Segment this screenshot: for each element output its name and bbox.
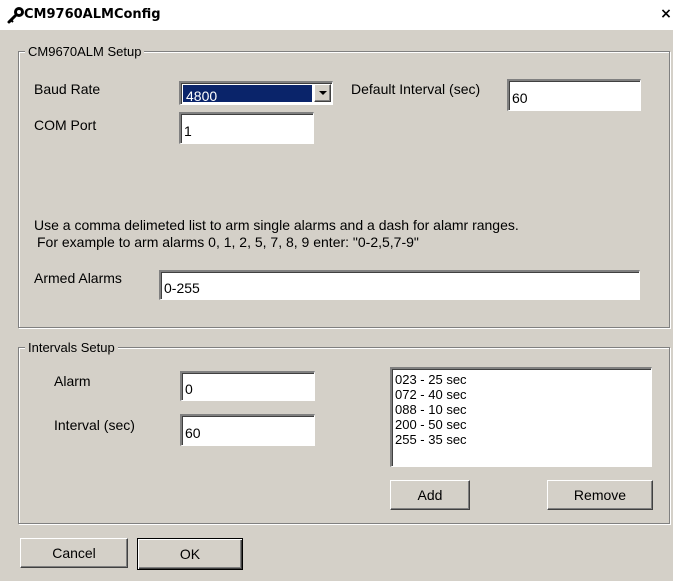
remove-button[interactable]: Remove <box>547 480 653 510</box>
baud-rate-label: Baud Rate <box>34 81 101 97</box>
baud-rate-select[interactable]: 4800 <box>179 81 333 105</box>
title-bar[interactable]: CM9760ALMConfig × <box>0 0 673 30</box>
cancel-button[interactable]: Cancel <box>20 538 128 568</box>
com-port-input[interactable] <box>179 112 314 144</box>
alarm-input[interactable] <box>180 371 315 401</box>
list-item[interactable]: 255 - 35 sec <box>392 432 651 447</box>
close-icon[interactable]: × <box>659 4 673 24</box>
wrench-key-icon <box>6 5 26 25</box>
help-text-line2: For example to arm alarms 0, 1, 2, 5, 7,… <box>37 234 419 250</box>
com-port-label: COM Port <box>34 117 97 133</box>
alarm-label: Alarm <box>54 373 91 389</box>
armed-alarms-label: Armed Alarms <box>34 270 122 286</box>
intervals-group-legend: Intervals Setup <box>25 340 118 355</box>
interval-label: Interval (sec) <box>54 417 135 433</box>
chevron-down-icon[interactable] <box>314 84 331 102</box>
list-item[interactable]: 023 - 25 sec <box>392 372 651 387</box>
window-title: CM9760ALMConfig <box>24 7 161 22</box>
armed-alarms-input[interactable] <box>159 270 640 300</box>
default-interval-label: Default Interval (sec) <box>351 81 481 97</box>
baud-rate-value: 4800 <box>183 85 312 104</box>
interval-input[interactable] <box>180 414 315 446</box>
interval-list[interactable]: 023 - 25 sec 072 - 40 sec 088 - 10 sec 2… <box>390 367 652 467</box>
list-item[interactable]: 200 - 50 sec <box>392 417 651 432</box>
list-item[interactable]: 088 - 10 sec <box>392 402 651 417</box>
help-text-line1: Use a comma delimeted list to arm single… <box>34 217 519 233</box>
config-dialog: CM9760ALMConfig × CM9670ALM Setup Baud R… <box>0 0 673 581</box>
add-button[interactable]: Add <box>390 480 470 510</box>
list-item[interactable]: 072 - 40 sec <box>392 387 651 402</box>
setup-group-legend: CM9670ALM Setup <box>25 44 145 59</box>
default-interval-input[interactable] <box>507 79 641 111</box>
ok-button[interactable]: OK <box>137 538 243 570</box>
